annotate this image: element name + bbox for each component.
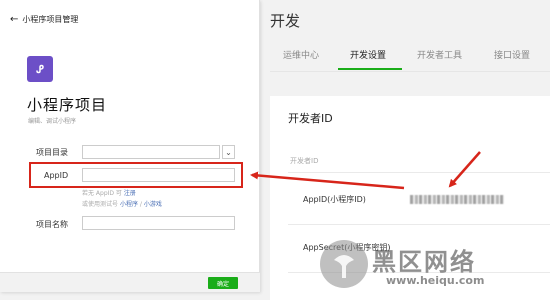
watermark: 黑区网络 www.heiqu.com xyxy=(320,240,550,300)
arrow-to-appid-value xyxy=(448,151,481,188)
arrow-to-appid-field xyxy=(250,171,405,190)
watermark-text: 黑区网络 xyxy=(372,248,476,276)
watermark-url: www.heiqu.com xyxy=(386,274,485,287)
watermark-logo-icon xyxy=(320,240,368,288)
